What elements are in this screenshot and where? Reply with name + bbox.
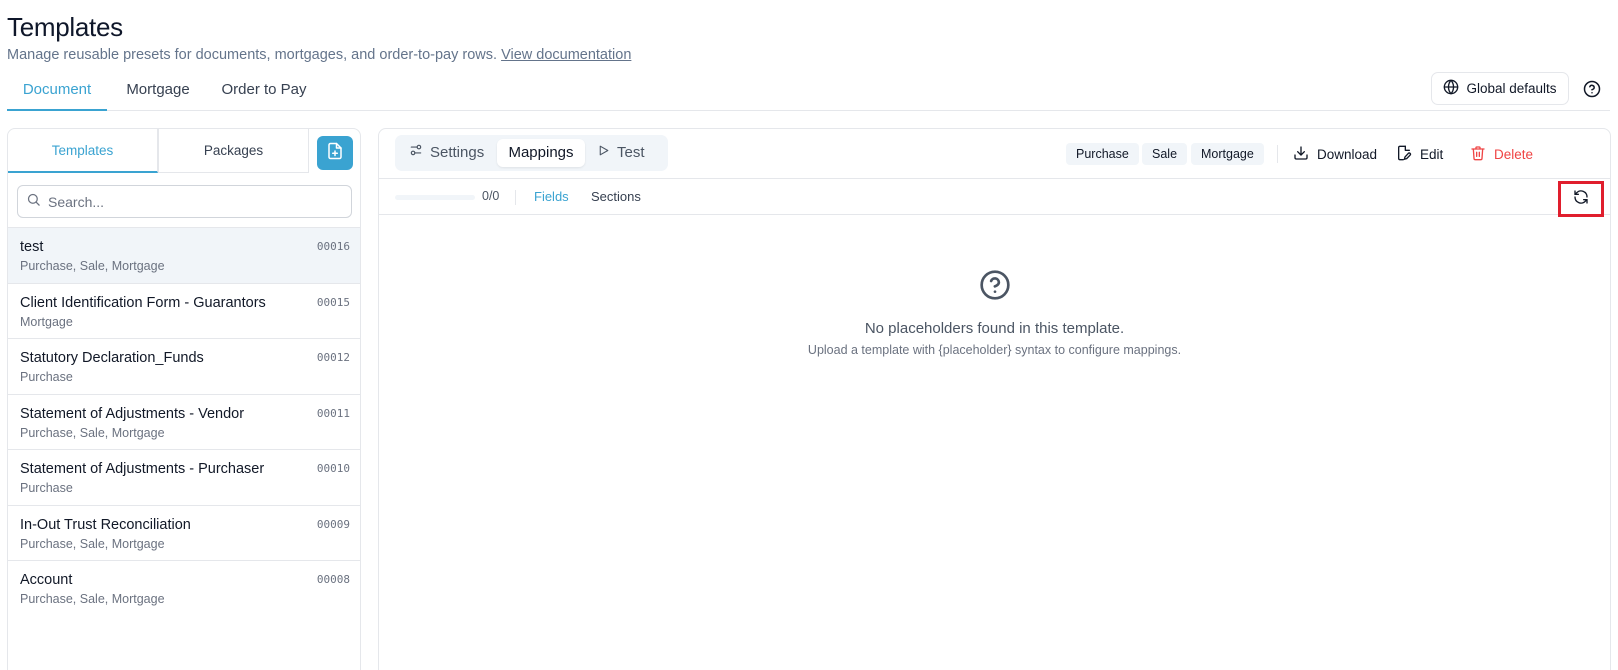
chip-sale[interactable]: Sale [1142,143,1188,165]
list-item[interactable]: Statement of Adjustments - Purchaser Pur… [8,450,360,506]
tab-packages[interactable]: Packages [158,129,308,173]
subtab-sections[interactable]: Sections [591,189,641,204]
template-name: Statement of Adjustments - Purchaser [20,461,265,477]
template-name: test [20,239,44,255]
question-circle-icon [979,269,1011,301]
subtitle-text: Manage reusable presets for documents, m… [7,47,498,63]
globe-icon [1443,79,1459,98]
edit-label: Edit [1420,146,1444,162]
page-subtitle: Manage reusable presets for documents, m… [7,47,631,63]
template-id: 00011 [316,406,350,420]
tab-mappings-label: Mappings [508,144,574,161]
view-documentation-link[interactable]: View documentation [501,47,631,63]
new-template-button[interactable] [317,136,353,170]
tab-settings[interactable]: Settings [409,139,484,167]
edit-button[interactable]: Edit [1396,143,1443,165]
template-tags: Purchase, Sale, Mortgage [20,259,165,273]
divider [308,129,309,173]
list-item[interactable]: test Purchase, Sale, Mortgage 00016 [8,228,360,284]
mappings-toolbar: 0/0 Fields Sections [379,178,1610,217]
template-detail-panel: Settings Mappings Test Purchase Sale Mor… [378,128,1611,670]
delete-label: Delete [1494,146,1534,162]
search-box [17,185,352,218]
tab-settings-label: Settings [430,144,485,161]
divider [1277,145,1278,163]
refresh-icon [1573,189,1589,210]
global-defaults-label: Global defaults [1466,81,1557,96]
search-icon [26,192,41,212]
chip-mortgage[interactable]: Mortgage [1191,143,1264,165]
progress-text: 0/0 [482,189,500,203]
divider [515,190,516,205]
view-switcher: Settings Mappings Test [395,135,668,171]
help-icon[interactable] [1581,78,1603,100]
template-tags: Purchase [20,481,73,495]
template-name: Client Identification Form - Guarantors [20,294,266,311]
tab-test[interactable]: Test [597,139,645,167]
chip-purchase[interactable]: Purchase [1066,143,1139,165]
empty-subtitle: Upload a template with {placeholder} syn… [807,343,1182,357]
file-plus-icon [326,142,344,165]
template-tags: Purchase, Sale, Mortgage [20,536,165,551]
progress-bar [395,195,475,200]
download-button[interactable]: Download [1293,143,1377,165]
tab-order-to-pay[interactable]: Order to Pay [219,72,309,111]
top-tabs: Document Mortgage Order to Pay [7,72,1610,111]
sliders-icon [409,139,423,167]
sidebar-tabs: Templates Packages [8,129,308,173]
file-edit-icon [1396,145,1412,164]
empty-title: No placeholders found in this template. [864,320,1125,337]
template-tags: Mortgage [20,314,73,329]
download-icon [1293,145,1309,164]
page-title: Templates [7,12,123,42]
template-name: Account [20,572,73,588]
template-name: In-Out Trust Reconciliation [20,516,191,533]
template-id: 00009 [316,517,350,531]
template-tags: Purchase [20,370,73,384]
tab-document[interactable]: Document [7,72,107,111]
global-defaults-button[interactable]: Global defaults [1431,72,1569,105]
subtab-fields[interactable]: Fields [534,189,569,204]
template-tags: Purchase, Sale, Mortgage [20,425,165,440]
refresh-button[interactable] [1558,181,1604,217]
template-tags: Purchase, Sale, Mortgage [20,592,165,606]
template-id: 00012 [316,351,350,364]
templates-sidebar: Templates Packages test Purchase, Sale, … [7,128,361,670]
list-item[interactable]: Client Identification Form - Guarantors … [8,284,360,339]
template-id: 00008 [316,573,350,586]
template-name: Statutory Declaration_Funds [20,350,204,366]
template-id: 00015 [316,295,350,309]
list-item[interactable]: In-Out Trust Reconciliation Purchase, Sa… [8,506,360,561]
template-list: test Purchase, Sale, Mortgage 00016 Clie… [8,227,360,617]
template-name: Statement of Adjustments - Vendor [20,405,245,422]
delete-button[interactable]: Delete [1470,143,1533,165]
tab-test-label: Test [617,144,645,161]
search-input[interactable] [48,193,338,210]
play-icon [597,139,610,167]
empty-state: No placeholders found in this template. … [379,269,1610,357]
list-item[interactable]: Account Purchase, Sale, Mortgage 00008 [8,561,360,617]
tab-templates[interactable]: Templates [8,129,158,173]
download-label: Download [1317,146,1378,162]
tab-mortgage[interactable]: Mortgage [115,72,201,111]
template-id: 00016 [316,240,350,253]
trash-icon [1470,145,1486,164]
list-item[interactable]: Statement of Adjustments - Vendor Purcha… [8,395,360,450]
template-id: 00010 [316,462,350,475]
list-item[interactable]: Statutory Declaration_Funds Purchase 000… [8,339,360,395]
tab-mappings[interactable]: Mappings [497,139,585,167]
